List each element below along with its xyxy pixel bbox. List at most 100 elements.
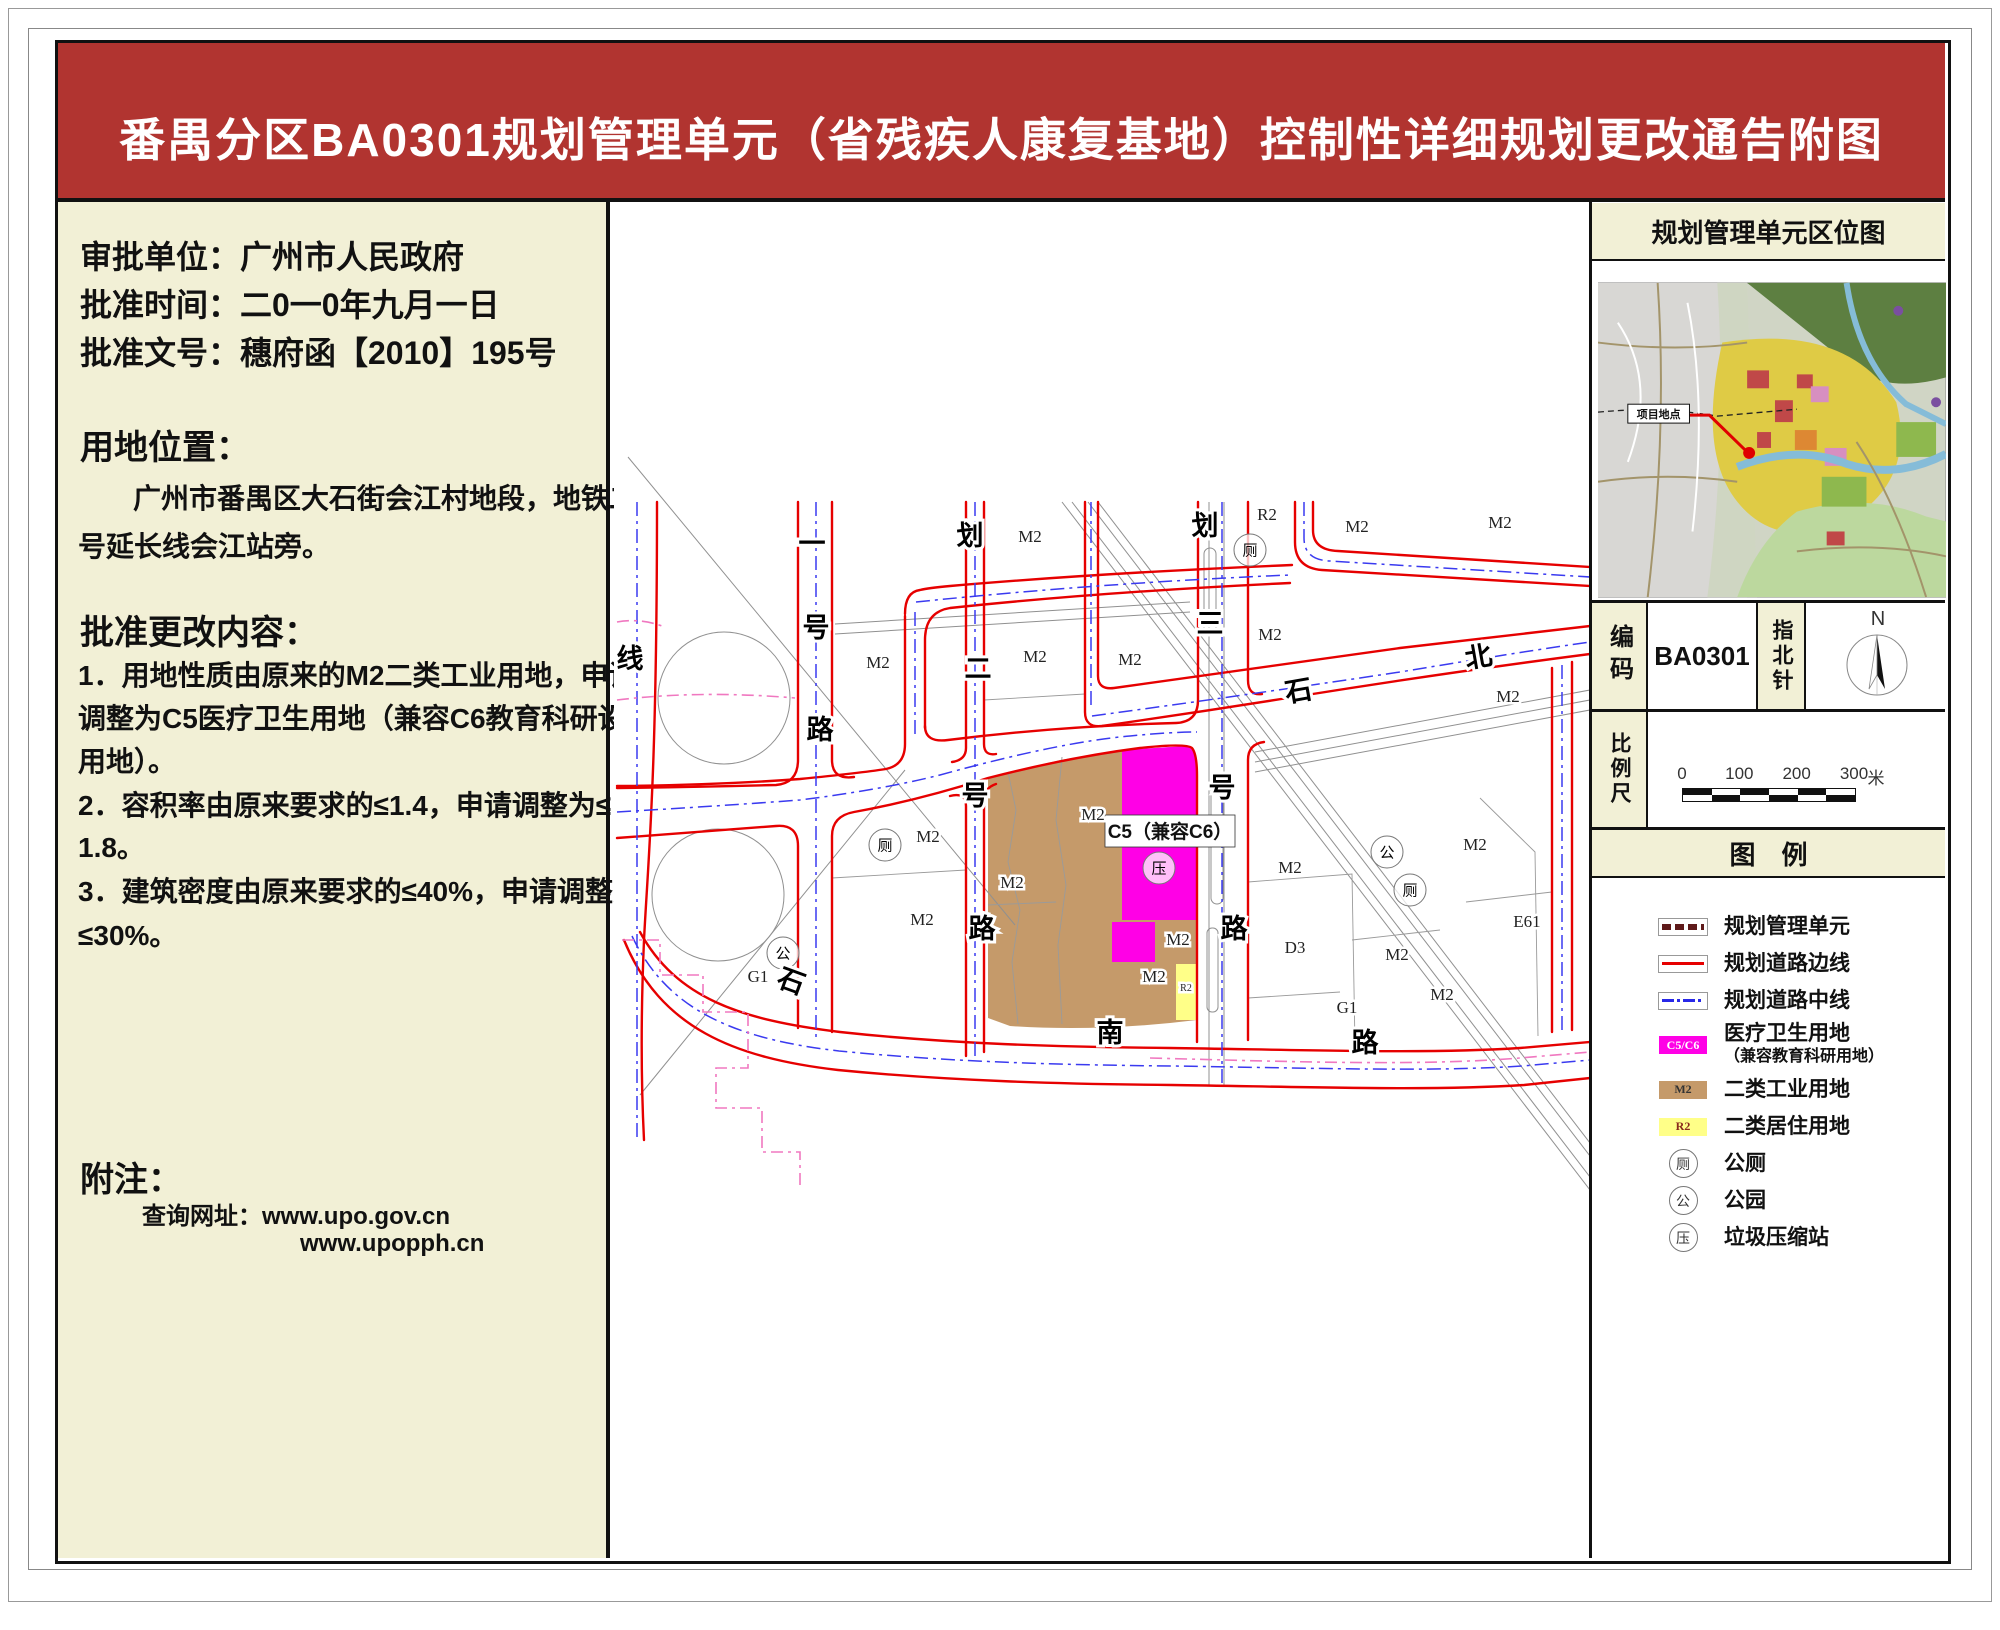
legend-item-label: 规划管理单元	[1724, 915, 1850, 938]
zone-code-label: M2	[1166, 930, 1190, 949]
road-name-char: 号	[803, 613, 830, 643]
map-facility-icon: 压	[1143, 852, 1175, 884]
road-name-char: 号	[1209, 773, 1236, 803]
zone-code-label: M2	[1385, 945, 1409, 964]
zone-code-label: M2	[910, 910, 934, 929]
zone-code-label: M2	[1496, 687, 1520, 706]
road-name-char: 路	[807, 714, 835, 745]
unit-code-value: BA0301	[1654, 641, 1749, 672]
zone-code-label: 公	[775, 946, 790, 963]
road-name-char: 北	[1463, 640, 1495, 674]
zone-code-label: M2	[1258, 625, 1282, 644]
map-facility-icon: 厕	[1394, 874, 1426, 906]
zone-code-label: E61	[1513, 912, 1540, 931]
zone-code-label: 厕	[1402, 883, 1417, 900]
changes-heading: 批准更改内容：	[80, 605, 318, 654]
scale-tick: 0	[1677, 764, 1686, 784]
project-location-marker: 项目地点	[1637, 407, 1681, 421]
road-name-char: 路	[1352, 1027, 1380, 1058]
legend-item: 公公园	[1592, 1182, 1945, 1219]
planning-map: C5（兼容C6） 厕厕公公厕压 M2R2M2M2M2M2M2M2M2M2G1M2…	[614, 202, 1589, 1558]
legend-facility-icon: 厕	[1658, 1149, 1708, 1178]
road-name-char: 路	[1221, 913, 1249, 944]
scale-unit: 米	[1868, 764, 1885, 789]
svg-text:N: N	[1870, 608, 1884, 630]
note-url2: www.upopph.cn	[300, 1230, 484, 1258]
road-name-char: 一	[799, 529, 826, 559]
change1-line3: 用地）。	[78, 740, 176, 780]
legend-line-swatch	[1658, 918, 1708, 936]
change2-line1: 2．容积率由原来要求的≤1.4，申请调整为≤	[78, 784, 611, 824]
code-compass-grid: 编码 BA0301 指北针 N	[1592, 600, 1945, 712]
change1-line2: 调整为C5医疗卫生用地（兼容C6教育科研设计	[78, 697, 654, 737]
legend-color-swatch: M2	[1658, 1081, 1708, 1099]
scale-label: 比例尺	[1604, 732, 1634, 807]
map-facility-icon: 公	[1371, 836, 1403, 868]
legend-item-label: 公厕	[1724, 1152, 1766, 1175]
legend-item: C5/C6 医疗卫生用地（兼容教育科研用地）	[1592, 1019, 1945, 1071]
zone-code-label: M2	[1081, 805, 1105, 824]
zone-code-label: M2	[1142, 967, 1166, 986]
road-name-char: 划	[957, 521, 984, 551]
road-name-char: 路	[969, 913, 997, 944]
title-bar: 番禺分区BA0301规划管理单元（省残疾人康复基地）控制性详细规划更改通告附图	[58, 43, 1945, 202]
legend-line-swatch	[1658, 992, 1708, 1010]
road-name-char: 三	[1197, 609, 1224, 639]
note-heading: 附注：	[80, 1152, 182, 1201]
road-name-char: 二	[965, 654, 992, 684]
zone-code-label: R2	[1257, 505, 1277, 524]
zone-code-label: M2	[866, 653, 890, 672]
map-facility-icon: 厕	[869, 829, 901, 861]
zone-code-label: M2	[1463, 835, 1487, 854]
approval-doc: 批准文号：穗府函【2010】195号	[80, 328, 557, 374]
legend-item: 规划管理单元	[1592, 908, 1945, 945]
road-name-char: 石	[1282, 674, 1315, 708]
location-line2: 号延长线会江站旁。	[78, 525, 330, 565]
legend-item: 压垃圾压缩站	[1592, 1219, 1945, 1256]
note-url: 查询网址：www.upo.gov.cn	[142, 1196, 450, 1231]
zone-code-label: D3	[1285, 938, 1306, 957]
road-name-char: 号	[962, 781, 989, 811]
legend-color-swatch: C5/C6	[1658, 1036, 1708, 1054]
legend-item-label: 规划道路中线	[1724, 989, 1850, 1012]
zone-code-label: M2	[1345, 517, 1369, 536]
north-arrow-icon: N	[1807, 603, 1945, 709]
legend-item-label: 公园	[1724, 1189, 1766, 1212]
zone-code-label: M2	[1018, 527, 1042, 546]
change3-line2: ≤30%。	[78, 914, 177, 954]
zone-code-label: R2	[1180, 983, 1192, 994]
location-heading: 用地位置：	[80, 420, 250, 469]
zone-code-label: M2	[1278, 858, 1302, 877]
zone-code-label: M2	[916, 827, 940, 846]
code-label: 编码	[1602, 624, 1637, 688]
legend-item-label: 医疗卫生用地（兼容教育科研用地）	[1724, 1022, 1884, 1068]
scale-row: 比例尺 0100200300米	[1592, 712, 1945, 830]
legend-item: 厕公厕	[1592, 1145, 1945, 1182]
scale-tick: 100	[1725, 764, 1753, 784]
zone-code-label: 厕	[1242, 543, 1257, 560]
legend-item-label: 二类工业用地	[1724, 1078, 1850, 1101]
change2-line2: 1.8。	[78, 826, 145, 866]
legend-item-label: 二类居住用地	[1724, 1115, 1850, 1138]
road-name-char: 划	[1192, 511, 1219, 541]
scale-bar: 0100200300米	[1648, 712, 1945, 827]
page-title: 番禺分区BA0301规划管理单元（省残疾人康复基地）控制性详细规划更改通告附图	[119, 104, 1884, 198]
legend-item: 规划道路中线	[1592, 982, 1945, 1019]
scale-tick: 300	[1840, 764, 1868, 784]
legend-item-label: 规划道路边线	[1724, 952, 1850, 975]
legend-line-swatch	[1658, 955, 1708, 973]
legend-item: M2 二类工业用地	[1592, 1071, 1945, 1108]
legend-facility-icon: 压	[1658, 1223, 1708, 1252]
location-line1: 广州市番禺区大石街会江村地段，地铁二	[133, 477, 637, 517]
legend-list: 规划管理单元规划道路边线规划道路中线C5/C6医疗卫生用地（兼容教育科研用地）M…	[1592, 878, 1945, 1256]
legend-color-swatch: R2	[1658, 1118, 1708, 1136]
location-mini-map: 项目地点	[1598, 282, 1946, 598]
c5-zone-label: C5（兼容C6）	[1108, 820, 1233, 843]
legend-item: R2 二类居住用地	[1592, 1108, 1945, 1145]
legend-item: 规划道路边线	[1592, 945, 1945, 982]
legend-title: 图 例	[1592, 830, 1945, 878]
compass-label: 指北针	[1766, 619, 1796, 694]
change1-line1: 1．用地性质由原来的M2二类工业用地，申请	[78, 654, 636, 694]
road-name-char: 线	[617, 644, 644, 674]
approval-date: 批准时间：二0一0年九月一日	[80, 280, 500, 326]
